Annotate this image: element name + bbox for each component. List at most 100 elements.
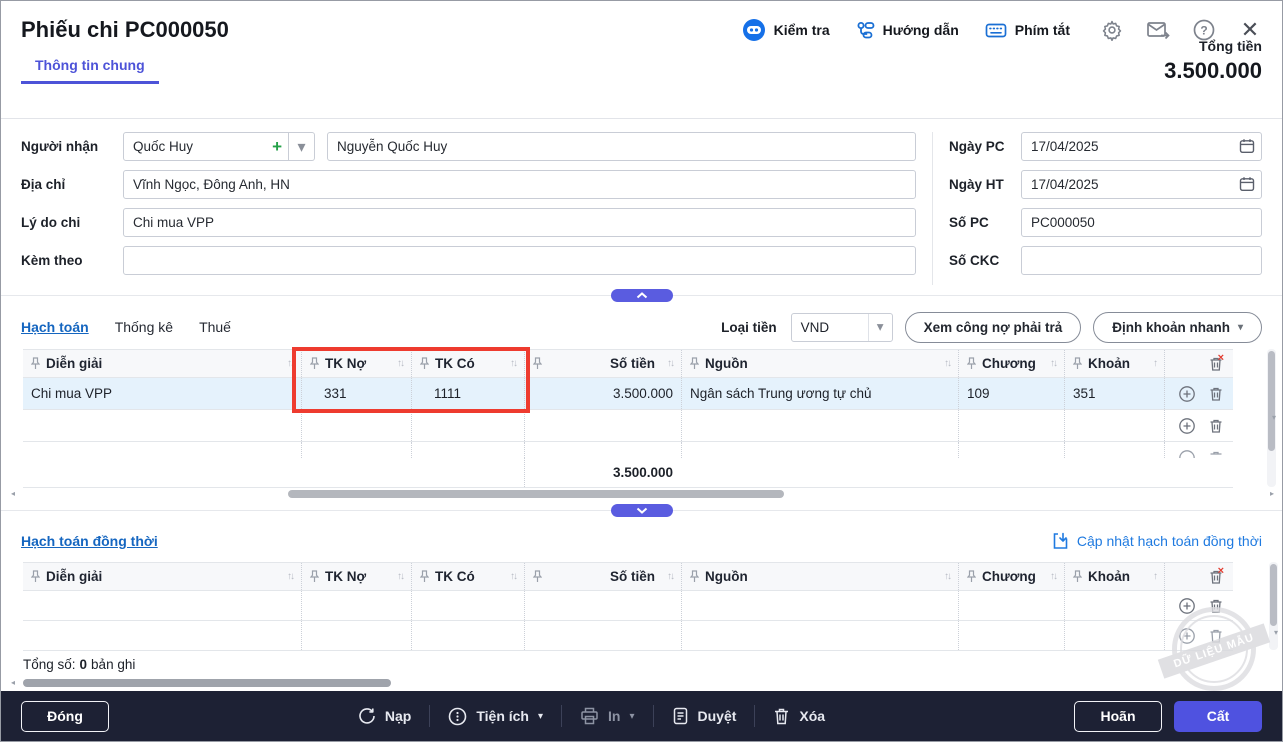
col-khoan[interactable]: Khoản ↑ bbox=[1064, 563, 1164, 590]
receiver-name-input[interactable]: Nguyễn Quốc Huy bbox=[327, 132, 916, 161]
sort-icon[interactable]: ↑↓ bbox=[944, 571, 952, 582]
sort-icon[interactable]: ↑ bbox=[1153, 571, 1158, 582]
tab-thong-ke[interactable]: Thống kê bbox=[115, 319, 173, 335]
posting-date-input[interactable]: 17/04/2025 bbox=[1021, 170, 1262, 199]
sort-icon[interactable]: ↑↓ bbox=[1050, 358, 1058, 369]
simultaneous-title-link[interactable]: Hạch toán đồng thời bbox=[21, 533, 158, 549]
pin-icon[interactable] bbox=[1073, 570, 1082, 583]
reason-input[interactable]: Chi mua VPP bbox=[123, 208, 916, 237]
utilities-button[interactable]: Tiện ích ▾ bbox=[448, 707, 543, 726]
receiver-dropdown-button[interactable]: ▾ bbox=[289, 132, 315, 161]
col-dien-giai[interactable]: Diễn giải ↑↓ bbox=[23, 563, 301, 590]
print-button[interactable]: In ▾ bbox=[580, 707, 635, 725]
sort-icon[interactable]: ↑↓ bbox=[1050, 571, 1058, 582]
tab-thue[interactable]: Thuế bbox=[199, 319, 231, 335]
update-simultaneous-link[interactable]: Cập nhật hạch toán đồng thời bbox=[1052, 532, 1262, 550]
add-receiver-icon[interactable]: + bbox=[272, 138, 282, 155]
pin-icon[interactable] bbox=[533, 570, 542, 583]
sort-icon[interactable]: ↑↓ bbox=[287, 571, 295, 582]
collapse-up-button[interactable] bbox=[610, 289, 673, 302]
sort-icon[interactable]: ↑↓ bbox=[397, 358, 405, 369]
pin-icon[interactable] bbox=[420, 357, 429, 370]
table-row-empty[interactable] bbox=[23, 591, 1233, 621]
quick-entry-button[interactable]: Định khoản nhanh ▾ bbox=[1093, 311, 1262, 343]
table-row-empty[interactable] bbox=[23, 621, 1233, 651]
collapse-down-button[interactable] bbox=[610, 504, 673, 517]
col-chuong[interactable]: Chương ↑↓ bbox=[958, 350, 1064, 377]
cell-dien-giai[interactable]: Chi mua VPP bbox=[23, 378, 301, 409]
receiver-code-input[interactable]: Quốc Huy + bbox=[123, 132, 289, 161]
col-khoan[interactable]: Khoản ↑ bbox=[1064, 350, 1164, 377]
pin-icon[interactable] bbox=[690, 570, 699, 583]
pin-icon[interactable] bbox=[31, 357, 40, 370]
shortcut-button[interactable]: Phím tắt bbox=[985, 22, 1070, 39]
scroll-left-arrow[interactable]: ◂ bbox=[11, 489, 15, 498]
cell-chuong[interactable]: 109 bbox=[958, 378, 1064, 409]
horizontal-scrollbar[interactable]: ◂ bbox=[11, 677, 1262, 689]
attachment-input[interactable] bbox=[123, 246, 916, 275]
pin-icon[interactable] bbox=[420, 570, 429, 583]
pin-icon[interactable] bbox=[967, 570, 976, 583]
sort-icon[interactable]: ↑↓ bbox=[667, 571, 675, 582]
add-row-icon[interactable] bbox=[1177, 416, 1196, 435]
add-row-icon[interactable] bbox=[1177, 596, 1196, 615]
col-tk-no[interactable]: TK Nợ ↑↓ bbox=[301, 350, 411, 377]
table-row[interactable]: Chi mua VPP 331 1111 3.500.000 Ngân sách… bbox=[23, 378, 1233, 410]
voucher-date-input[interactable]: 17/04/2025 bbox=[1021, 132, 1262, 161]
horizontal-scrollbar[interactable]: ◂ ▸ bbox=[11, 488, 1274, 500]
col-chuong[interactable]: Chương ↑↓ bbox=[958, 563, 1064, 590]
scroll-right-arrow[interactable]: ▸ bbox=[1270, 489, 1274, 498]
currency-select[interactable]: VND ▾ bbox=[790, 312, 893, 342]
guide-button[interactable]: Hướng dẫn bbox=[856, 21, 959, 40]
pin-icon[interactable] bbox=[310, 357, 319, 370]
pin-icon[interactable] bbox=[533, 357, 542, 370]
sort-icon[interactable]: ↑ bbox=[1153, 358, 1158, 369]
col-tk-co[interactable]: TK Có ↑↓ bbox=[411, 350, 524, 377]
tab-thong-tin-chung[interactable]: Thông tin chung bbox=[21, 57, 159, 84]
scroll-left-arrow[interactable]: ◂ bbox=[11, 678, 15, 687]
approve-button[interactable]: Duyệt bbox=[672, 707, 736, 725]
pin-icon[interactable] bbox=[310, 570, 319, 583]
close-button[interactable]: Đóng bbox=[21, 700, 109, 732]
cell-tk-no[interactable]: 331 bbox=[301, 378, 411, 409]
add-row-icon[interactable] bbox=[1177, 384, 1196, 403]
pin-icon[interactable] bbox=[1073, 357, 1082, 370]
sort-icon[interactable]: ↑↓ bbox=[510, 358, 518, 369]
cell-nguon[interactable]: Ngân sách Trung ương tự chủ bbox=[681, 378, 958, 409]
pin-icon[interactable] bbox=[967, 357, 976, 370]
sort-icon[interactable]: ↑↓ bbox=[510, 571, 518, 582]
delete-row-icon[interactable] bbox=[1206, 384, 1225, 403]
address-input[interactable]: Vĩnh Ngọc, Đông Anh, HN bbox=[123, 170, 916, 199]
delete-all-rows-button[interactable]: × bbox=[1164, 563, 1233, 590]
ckc-no-input[interactable] bbox=[1021, 246, 1262, 275]
scroll-down-arrow[interactable]: ▾ bbox=[1272, 413, 1276, 422]
cell-khoan[interactable]: 351 bbox=[1064, 378, 1164, 409]
delete-all-rows-button[interactable]: × bbox=[1164, 350, 1233, 377]
calendar-icon[interactable] bbox=[1239, 176, 1255, 192]
sort-icon[interactable]: ↑↓ bbox=[667, 358, 675, 369]
delete-button[interactable]: Xóa bbox=[773, 707, 825, 725]
cell-so-tien[interactable]: 3.500.000 bbox=[524, 378, 681, 409]
col-so-tien[interactable]: Số tiền ↑↓ bbox=[524, 563, 681, 590]
delete-row-icon[interactable] bbox=[1206, 596, 1225, 615]
pin-icon[interactable] bbox=[31, 570, 40, 583]
sort-icon[interactable]: ↑↓ bbox=[397, 571, 405, 582]
pin-icon[interactable] bbox=[690, 357, 699, 370]
save-button[interactable]: Cất bbox=[1174, 700, 1262, 732]
reload-button[interactable]: Nạp bbox=[358, 707, 411, 725]
delete-row-icon[interactable] bbox=[1206, 626, 1225, 645]
col-dien-giai[interactable]: Diễn giải ↑↓ bbox=[23, 350, 301, 377]
postpone-button[interactable]: Hoãn bbox=[1074, 700, 1162, 732]
col-nguon[interactable]: Nguồn ↑↓ bbox=[681, 350, 958, 377]
add-row-icon[interactable] bbox=[1177, 626, 1196, 645]
check-button[interactable]: Kiểm tra bbox=[742, 18, 830, 42]
view-payables-button[interactable]: Xem công nợ phải trả bbox=[904, 311, 1082, 343]
scroll-down-arrow[interactable]: ▾ bbox=[1274, 628, 1278, 637]
col-so-tien[interactable]: Số tiền ↑↓ bbox=[524, 350, 681, 377]
trash-icon[interactable]: × bbox=[1206, 352, 1225, 373]
col-tk-no[interactable]: TK Nợ ↑↓ bbox=[301, 563, 411, 590]
delete-row-icon[interactable] bbox=[1206, 416, 1225, 435]
tab-hach-toan[interactable]: Hạch toán bbox=[21, 319, 89, 335]
sort-icon[interactable]: ↑↓ bbox=[287, 358, 295, 369]
table-row-empty[interactable] bbox=[23, 410, 1233, 442]
